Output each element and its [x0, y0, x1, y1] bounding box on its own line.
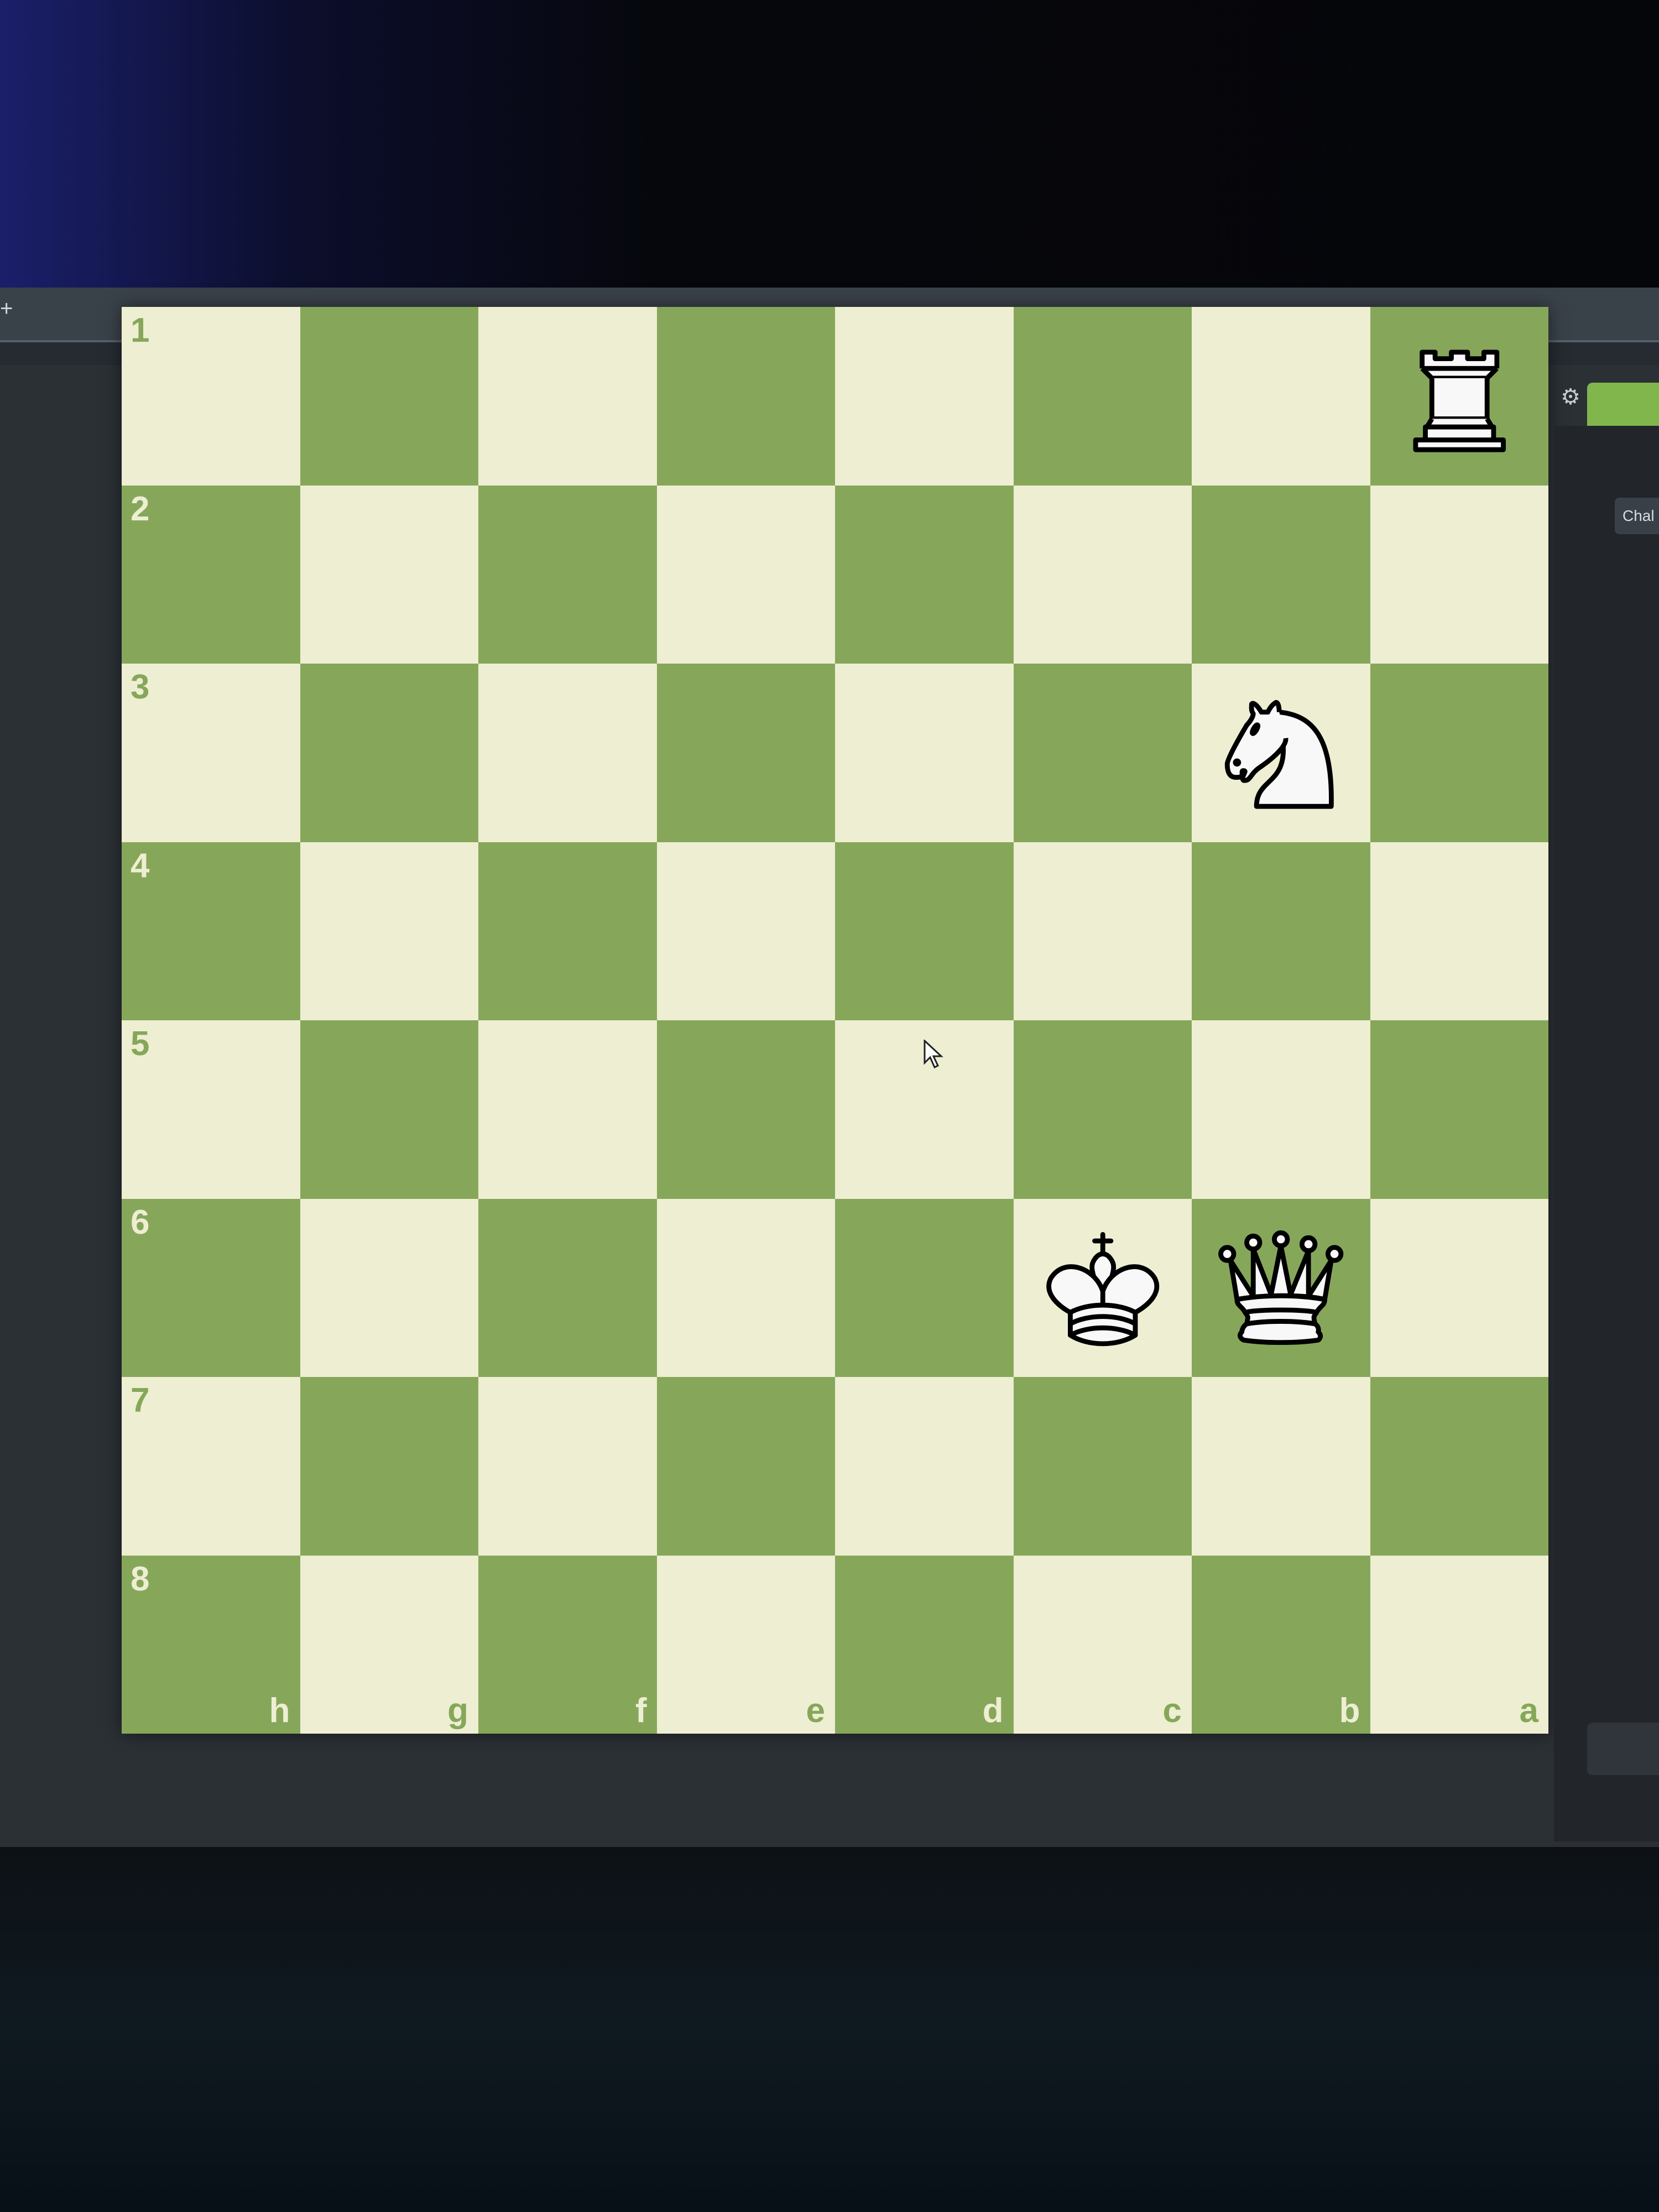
square-d2[interactable] — [835, 485, 1014, 664]
square-e6[interactable] — [656, 1198, 835, 1377]
square-e5[interactable] — [656, 1020, 835, 1199]
square-a5[interactable] — [1370, 1020, 1548, 1199]
square-e8[interactable]: e — [656, 1555, 835, 1734]
square-g5[interactable] — [300, 1020, 478, 1199]
square-a8[interactable]: a — [1370, 1555, 1548, 1734]
square-b4[interactable] — [1192, 842, 1370, 1020]
side-panel — [1554, 426, 1659, 1841]
square-b5[interactable] — [1192, 1020, 1370, 1199]
rank-label: 5 — [131, 1025, 150, 1063]
square-c1[interactable] — [1013, 307, 1192, 486]
white-rook-icon[interactable] — [1370, 307, 1549, 486]
square-a4[interactable] — [1370, 842, 1548, 1020]
file-label: b — [1339, 1692, 1360, 1730]
desk-background-bottom — [0, 1847, 1659, 2212]
square-f5[interactable] — [478, 1020, 657, 1199]
square-c5[interactable] — [1013, 1020, 1192, 1199]
square-g4[interactable] — [300, 842, 478, 1020]
square-g1[interactable] — [300, 307, 478, 486]
square-d4[interactable] — [835, 842, 1014, 1020]
rank-label: 8 — [131, 1559, 150, 1598]
square-b2[interactable] — [1192, 485, 1370, 664]
new-tab-button[interactable]: + — [0, 298, 13, 320]
square-c2[interactable] — [1013, 485, 1192, 664]
square-b8[interactable]: b — [1192, 1555, 1370, 1734]
square-f7[interactable] — [478, 1377, 657, 1556]
square-d8[interactable]: d — [835, 1555, 1014, 1734]
square-c8[interactable]: c — [1013, 1555, 1192, 1734]
square-h6[interactable]: 6 — [122, 1198, 300, 1377]
file-label: a — [1519, 1692, 1538, 1730]
square-f4[interactable] — [478, 842, 657, 1020]
square-h1[interactable]: 1 — [122, 307, 300, 486]
square-b3[interactable] — [1192, 664, 1370, 842]
rank-label: 3 — [131, 668, 150, 706]
square-c3[interactable] — [1013, 664, 1192, 842]
square-e4[interactable] — [656, 842, 835, 1020]
square-h5[interactable]: 5 — [122, 1020, 300, 1199]
square-g8[interactable]: g — [300, 1555, 478, 1734]
square-f6[interactable] — [478, 1198, 657, 1377]
panel-action-button[interactable] — [1587, 1723, 1659, 1775]
square-c4[interactable] — [1013, 842, 1192, 1020]
square-h4[interactable]: 4 — [122, 842, 300, 1020]
square-b7[interactable] — [1192, 1377, 1370, 1556]
challenge-tab[interactable]: Chal — [1615, 498, 1659, 534]
square-h7[interactable]: 7 — [122, 1377, 300, 1556]
square-a3[interactable] — [1370, 664, 1548, 842]
chess-board[interactable]: 12345678hgfedcba — [122, 307, 1548, 1734]
square-f8[interactable]: f — [478, 1555, 657, 1734]
white-king-icon[interactable] — [1014, 1199, 1192, 1378]
rank-label: 2 — [131, 489, 150, 528]
square-h2[interactable]: 2 — [122, 485, 300, 664]
mouse-cursor-icon — [924, 1040, 943, 1068]
square-h3[interactable]: 3 — [122, 664, 300, 842]
file-label: d — [982, 1692, 1004, 1730]
square-a7[interactable] — [1370, 1377, 1548, 1556]
file-label: e — [806, 1692, 825, 1730]
square-a1[interactable] — [1370, 307, 1549, 486]
square-e2[interactable] — [656, 485, 835, 664]
square-b1[interactable] — [1192, 307, 1370, 486]
file-label: h — [269, 1692, 290, 1730]
rank-label: 7 — [131, 1381, 150, 1420]
square-g2[interactable] — [300, 485, 478, 664]
square-e7[interactable] — [656, 1377, 835, 1556]
square-e1[interactable] — [656, 307, 835, 486]
square-b6[interactable] — [1192, 1198, 1370, 1378]
square-d1[interactable] — [835, 307, 1014, 486]
square-a6[interactable] — [1370, 1198, 1548, 1377]
square-d7[interactable] — [835, 1377, 1014, 1556]
rank-label: 6 — [131, 1203, 150, 1241]
square-g6[interactable] — [300, 1198, 478, 1377]
white-knight-icon[interactable] — [1192, 664, 1370, 842]
square-g3[interactable] — [300, 664, 478, 842]
file-label: g — [447, 1692, 468, 1730]
rank-label: 4 — [131, 846, 150, 885]
gear-icon[interactable]: ⚙ — [1559, 386, 1582, 408]
square-c7[interactable] — [1013, 1377, 1192, 1556]
square-h8[interactable]: 8h — [122, 1555, 300, 1734]
square-c6[interactable] — [1013, 1198, 1192, 1378]
square-f1[interactable] — [478, 307, 657, 486]
rank-label: 1 — [131, 311, 150, 349]
square-f3[interactable] — [478, 664, 657, 842]
file-label: f — [635, 1692, 647, 1730]
white-queen-icon[interactable] — [1192, 1199, 1370, 1378]
square-a2[interactable] — [1370, 485, 1548, 664]
square-g7[interactable] — [300, 1377, 478, 1556]
square-d6[interactable] — [835, 1198, 1014, 1377]
square-e3[interactable] — [656, 664, 835, 842]
desk-background-top — [0, 0, 1659, 293]
square-d3[interactable] — [835, 664, 1014, 842]
file-label: c — [1162, 1692, 1182, 1730]
square-f2[interactable] — [478, 485, 657, 664]
